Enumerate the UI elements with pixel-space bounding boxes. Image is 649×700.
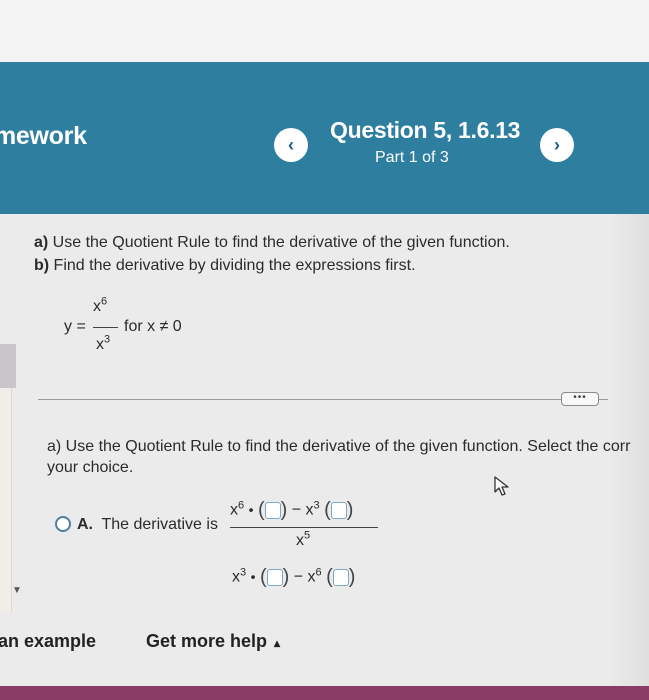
row2-minus: − xyxy=(293,568,304,586)
option-a-denominator: x5 xyxy=(296,529,311,550)
option-a-text: The derivative is xyxy=(101,516,218,533)
num-minus: − xyxy=(291,501,302,519)
option-a-numerator: x6 • () − x3 () xyxy=(230,499,353,522)
subpart-prompt-line2: your choice. xyxy=(47,459,134,476)
left-panel-tab[interactable] xyxy=(0,344,16,388)
question-header: mework ‹ Question 5, 1.6.13 Part 1 of 3 … xyxy=(0,62,649,214)
denominator-exponent: 3 xyxy=(104,333,111,346)
paren-open: ( xyxy=(259,566,267,588)
function-denominator: x3 xyxy=(96,333,111,354)
browser-top-area xyxy=(0,0,649,62)
row2-term2-base: x xyxy=(307,568,316,586)
answer-box-1[interactable] xyxy=(264,502,281,519)
row2-term2-exponent: 6 xyxy=(315,566,322,579)
chevron-right-icon: › xyxy=(554,134,560,155)
paren-close: ) xyxy=(346,499,354,521)
option-a-letter: A. xyxy=(77,516,93,533)
homework-title: mework xyxy=(0,122,87,150)
bottom-bar xyxy=(0,686,649,700)
instruction-b: b) Find the derivative by dividing the e… xyxy=(34,257,416,275)
get-more-help-link[interactable]: Get more help ▴ xyxy=(146,631,280,652)
paren-open: ( xyxy=(257,499,265,521)
instruction-a-prefix: a) xyxy=(34,234,49,251)
option-b-expression-partial: x3 • () − x6 () xyxy=(232,566,355,589)
expand-more-button[interactable]: ••• xyxy=(561,392,599,406)
paren-open: ( xyxy=(324,499,331,521)
function-fraction-bar xyxy=(93,327,118,328)
answer-box-2[interactable] xyxy=(330,502,347,519)
part-label: Part 1 of 3 xyxy=(375,149,449,166)
get-more-help-label: Get more help xyxy=(146,631,268,651)
previous-question-button[interactable]: ‹ xyxy=(274,128,308,162)
mouse-cursor-icon xyxy=(494,476,509,496)
section-divider xyxy=(38,399,608,400)
paren-close: ) xyxy=(348,566,356,588)
numerator-base: x xyxy=(93,298,101,315)
instruction-a: a) Use the Quotient Rule to find the der… xyxy=(34,234,510,252)
subpart-prompt: a) Use the Quotient Rule to find the der… xyxy=(47,436,649,478)
next-question-button[interactable]: › xyxy=(540,128,574,162)
denominator-base: x xyxy=(96,336,104,353)
den-base: x xyxy=(296,532,304,549)
row2-term1-base: x xyxy=(232,568,240,586)
instruction-a-text: Use the Quotient Rule to find the deriva… xyxy=(48,234,510,251)
paren-close: ) xyxy=(282,566,290,588)
den-exponent: 5 xyxy=(304,529,311,542)
option-a-fraction-bar xyxy=(230,527,378,528)
answer-box-4[interactable] xyxy=(332,569,349,586)
num-term2-base: x xyxy=(305,501,314,519)
option-a-radio[interactable] xyxy=(55,516,71,532)
caret-down-icon[interactable]: ▼ xyxy=(12,585,22,596)
option-a-label[interactable]: A. The derivative is xyxy=(77,516,218,534)
chevron-left-icon: ‹ xyxy=(288,134,294,155)
left-panel-strip xyxy=(0,388,12,612)
paren-close: ) xyxy=(280,499,288,521)
row2-term1-exponent: 3 xyxy=(240,566,247,579)
num-term1-exponent: 6 xyxy=(238,499,245,512)
view-example-link[interactable]: an example xyxy=(0,631,96,652)
question-title: Question 5, 1.6.13 xyxy=(330,117,521,143)
instruction-b-prefix: b) xyxy=(34,257,50,274)
row2-dot: • xyxy=(250,568,256,585)
paren-open: ( xyxy=(326,566,333,588)
answer-box-3[interactable] xyxy=(266,569,283,586)
instruction-b-text: Find the derivative by dividing the expr… xyxy=(49,257,416,274)
num-dot: • xyxy=(248,501,254,518)
num-term2-exponent: 3 xyxy=(313,499,320,512)
caret-up-icon: ▴ xyxy=(274,636,281,650)
function-condition: for x ≠ 0 xyxy=(124,318,182,335)
numerator-exponent: 6 xyxy=(101,295,108,308)
function-numerator: x6 xyxy=(93,295,108,316)
num-term1-base: x xyxy=(230,501,238,519)
function-lhs: y = xyxy=(64,318,86,335)
subpart-prompt-line1: a) Use the Quotient Rule to find the der… xyxy=(47,438,631,455)
